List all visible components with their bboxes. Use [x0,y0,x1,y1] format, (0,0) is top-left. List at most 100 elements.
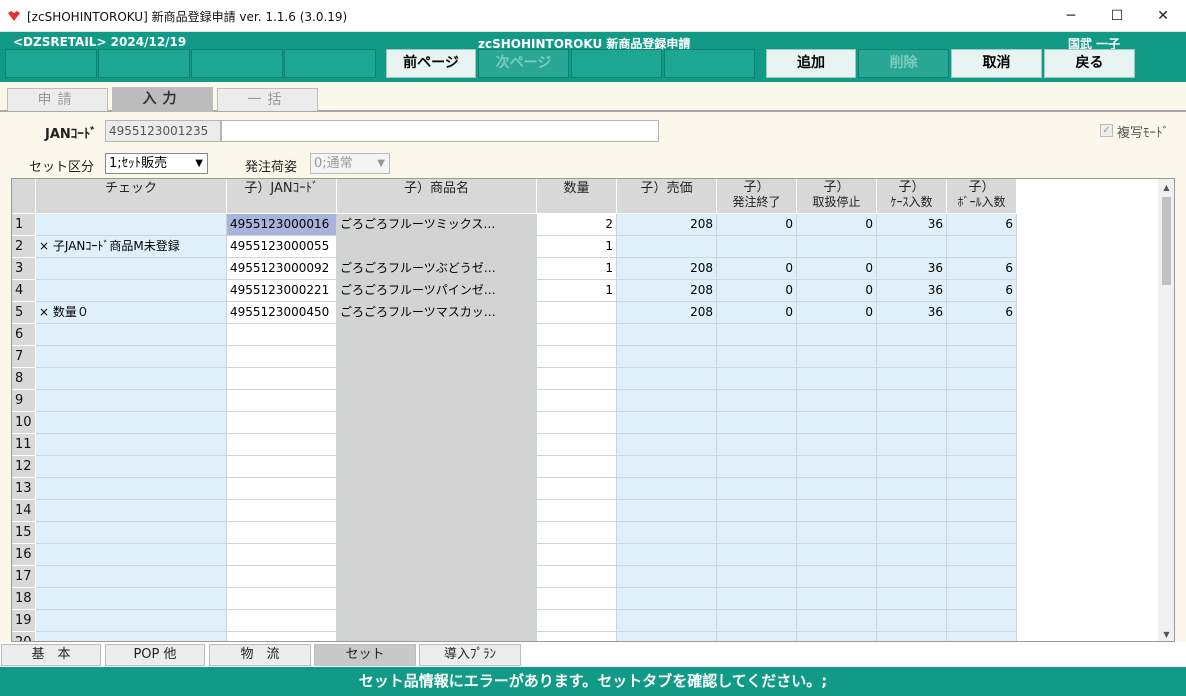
cell-price[interactable] [617,346,717,368]
cell-name[interactable] [337,434,537,456]
cell-case[interactable] [877,478,947,500]
table-row[interactable]: 12 [12,456,1018,478]
cell-price[interactable] [617,632,717,641]
tab-set[interactable]: セット [314,644,416,666]
cell-case[interactable] [877,632,947,641]
cell-price[interactable] [617,434,717,456]
cell-stop-handle[interactable] [797,456,877,478]
add-button[interactable]: 追加 [766,49,856,78]
cell-stop-order[interactable] [717,390,797,412]
cell-jan[interactable] [227,566,337,588]
cell-ball[interactable] [947,324,1017,346]
table-row[interactable]: 1 4955123000016 ごろごろフルーツミックス… 2 208 0 0 36 6 [12,214,1018,236]
cell-ball[interactable] [947,522,1017,544]
cancel-button[interactable]: 取消 [951,49,1042,78]
cell-name[interactable]: ごろごろフルーツパインゼ… [337,280,537,302]
cell-price[interactable] [617,236,717,258]
cell-qty[interactable]: 1 [537,236,617,258]
cell-case[interactable] [877,390,947,412]
copy-mode-checkbox[interactable]: ✓ [1100,124,1113,137]
cell-name[interactable] [337,346,537,368]
cell-stop-order[interactable] [717,368,797,390]
cell-check[interactable] [36,346,227,368]
jan-name-field[interactable] [221,120,659,142]
cell-qty[interactable] [537,368,617,390]
tab-basic[interactable]: 基 本 [1,644,101,666]
cell-check[interactable] [36,258,227,280]
cell-name[interactable]: ごろごろフルーツマスカッ… [337,302,537,324]
cell-price[interactable] [617,522,717,544]
cell-jan[interactable] [227,500,337,522]
cell-stop-order[interactable] [717,500,797,522]
cell-stop-order[interactable] [717,346,797,368]
table-row[interactable]: 15 [12,522,1018,544]
cell-case[interactable] [877,544,947,566]
next-page-button[interactable]: 次ページ [478,49,569,78]
cell-ball[interactable] [947,544,1017,566]
table-row[interactable]: 5 × 数量０ 4955123000450 ごろごろフルーツマスカッ… 208 0 0 36 6 [12,302,1018,324]
cell-stop-order[interactable] [717,566,797,588]
cell-check[interactable] [36,214,227,236]
cell-name[interactable] [337,478,537,500]
back-button[interactable]: 戻る [1044,49,1135,78]
cell-qty[interactable]: 2 [537,214,617,236]
cell-check[interactable] [36,324,227,346]
cell-stop-handle[interactable]: 0 [797,280,877,302]
cell-qty[interactable]: 1 [537,280,617,302]
cell-name[interactable] [337,324,537,346]
cell-stop-handle[interactable] [797,346,877,368]
cell-price[interactable] [617,544,717,566]
cell-price[interactable] [617,456,717,478]
cell-name[interactable]: ごろごろフルーツミックス… [337,214,537,236]
tab-bulk[interactable]: 一括 [217,88,318,111]
table-row[interactable]: 4 4955123000221 ごろごろフルーツパインゼ… 1 208 0 0 36 6 [12,280,1018,302]
cell-case[interactable] [877,412,947,434]
cell-price[interactable]: 208 [617,302,717,324]
table-row[interactable]: 14 [12,500,1018,522]
vertical-scrollbar[interactable]: ▲ ▼ [1158,179,1174,641]
cell-ball[interactable] [947,236,1017,258]
order-pack-select[interactable]: 0;通常 ▼ [310,153,390,174]
cell-jan[interactable] [227,588,337,610]
cell-case[interactable] [877,588,947,610]
table-row[interactable]: 3 4955123000092 ごろごろフルーツぶどうゼ… 1 208 0 0 36 6 [12,258,1018,280]
cell-check[interactable] [36,500,227,522]
table-row[interactable]: 10 [12,412,1018,434]
table-row[interactable]: 20 [12,632,1018,641]
table-row[interactable]: 19 [12,610,1018,632]
cell-stop-order[interactable] [717,522,797,544]
cell-case[interactable] [877,456,947,478]
scroll-down-icon[interactable]: ▼ [1158,626,1174,641]
cell-case[interactable] [877,500,947,522]
table-row[interactable]: 18 [12,588,1018,610]
jan-code-field[interactable]: 4955123001235 [105,120,221,142]
cell-jan[interactable]: 4955123000092 [227,258,337,280]
cell-stop-order[interactable] [717,588,797,610]
cell-jan[interactable] [227,368,337,390]
cell-jan[interactable] [227,478,337,500]
cell-name[interactable]: ごろごろフルーツぶどうゼ… [337,258,537,280]
cell-name[interactable] [337,236,537,258]
cell-jan[interactable] [227,610,337,632]
table-row[interactable]: 9 [12,390,1018,412]
cell-stop-handle[interactable] [797,588,877,610]
cell-case[interactable]: 36 [877,302,947,324]
cell-stop-order[interactable] [717,610,797,632]
cell-qty[interactable]: 1 [537,258,617,280]
cell-ball[interactable] [947,610,1017,632]
cell-stop-handle[interactable] [797,236,877,258]
cell-ball[interactable] [947,434,1017,456]
cell-case[interactable] [877,566,947,588]
cell-case[interactable] [877,324,947,346]
cell-price[interactable] [617,500,717,522]
cell-case[interactable] [877,434,947,456]
cell-qty[interactable] [537,478,617,500]
cell-stop-order[interactable] [717,324,797,346]
cell-jan[interactable]: 4955123000016 [227,214,337,236]
cell-price[interactable] [617,478,717,500]
table-row[interactable]: 6 [12,324,1018,346]
cell-stop-handle[interactable]: 0 [797,302,877,324]
cell-jan[interactable] [227,632,337,641]
cell-check[interactable] [36,522,227,544]
close-button[interactable]: ✕ [1140,0,1186,32]
